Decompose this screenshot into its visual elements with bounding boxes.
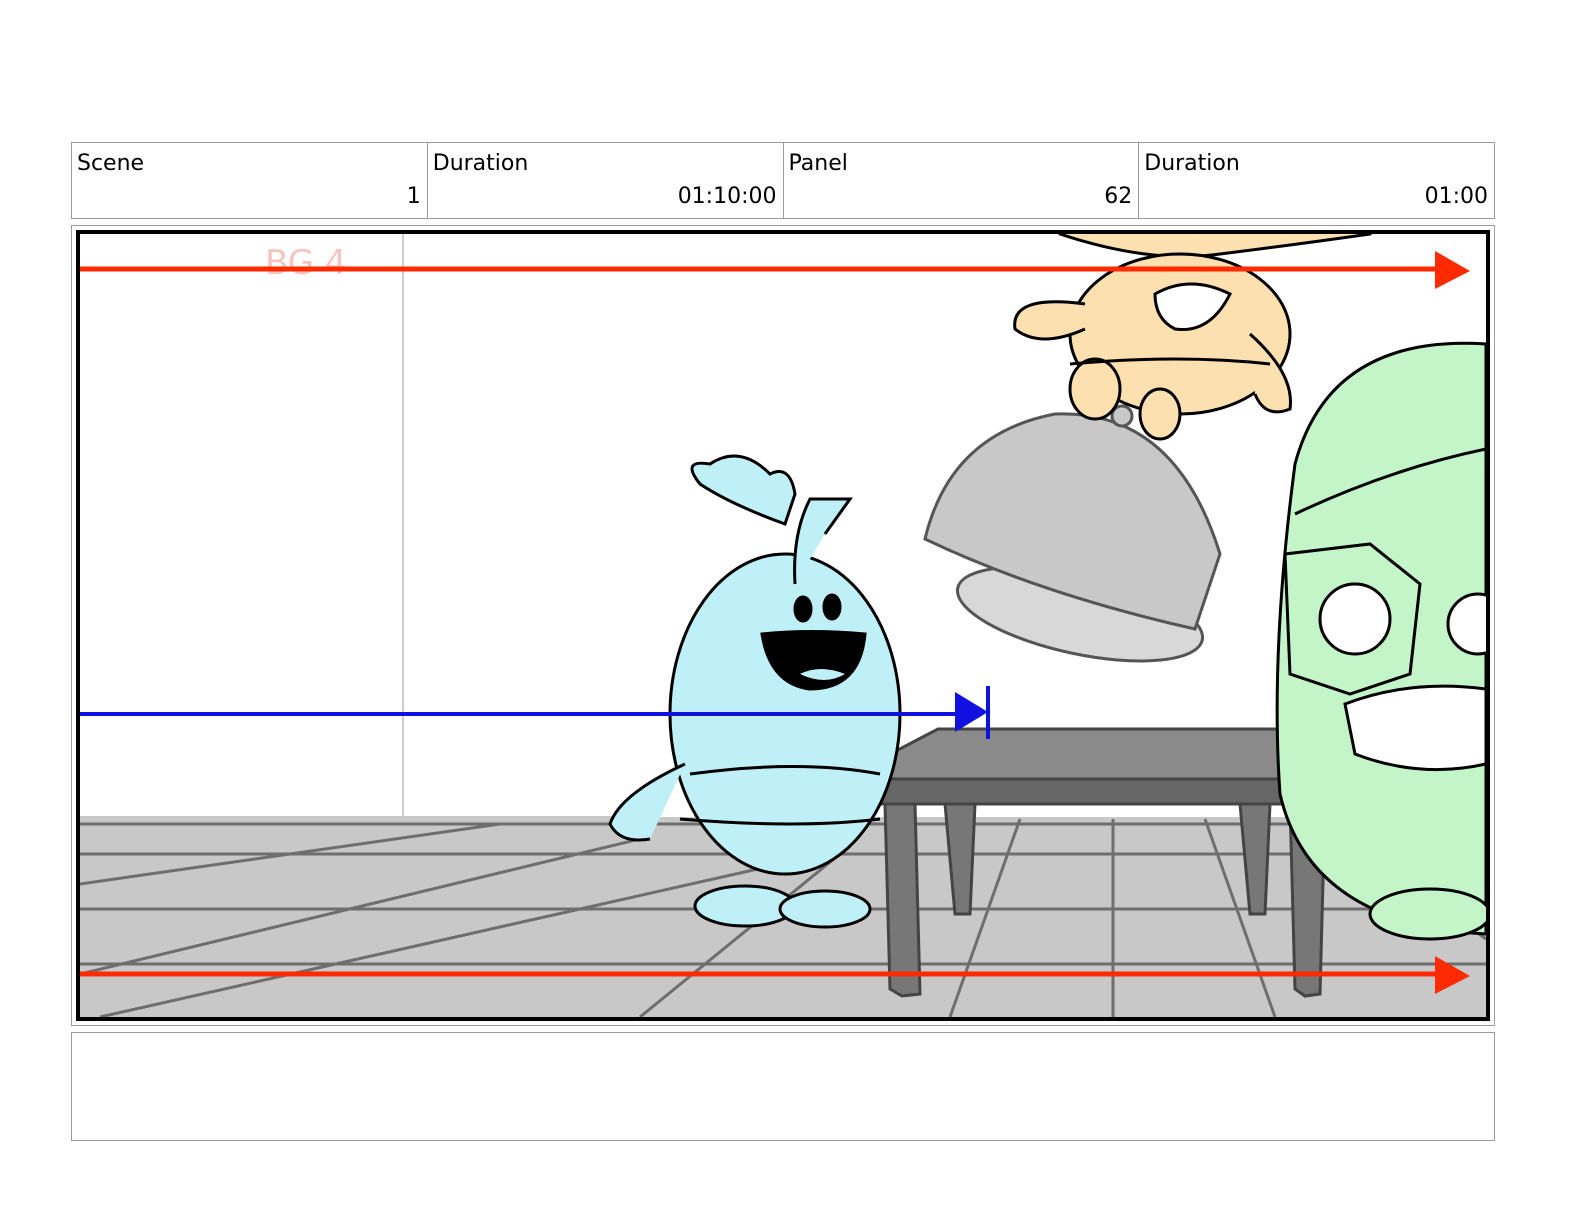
orange-character	[1013, 234, 1372, 441]
panel-duration-cell: Duration 01:00	[1139, 143, 1494, 218]
panel-label: Panel	[788, 151, 848, 176]
scene-duration-cell: Duration 01:10:00	[428, 143, 784, 218]
scene-label: Scene	[77, 151, 145, 176]
storyboard-drawing: BG 4	[80, 234, 1486, 1017]
scene-duration-value: 01:10:00	[677, 184, 777, 209]
storyboard-panel-image: BG 4	[76, 230, 1490, 1021]
scene-number: 1	[406, 184, 421, 209]
scene-cell: Scene 1	[72, 143, 428, 218]
panel-cell: Panel 62	[784, 143, 1140, 218]
scene-duration-label: Duration	[432, 151, 529, 176]
panel-duration-value: 01:00	[1424, 184, 1488, 209]
bg-sketch-note: BG 4	[265, 243, 347, 283]
cloche-dome	[923, 404, 1222, 663]
panel-duration-label: Duration	[1144, 151, 1240, 176]
panel-notes-box	[71, 1032, 1495, 1141]
panel-header: Scene 1 Duration 01:10:00 Panel 62 Durat…	[71, 142, 1495, 219]
panel-number: 62	[1104, 184, 1133, 209]
green-character	[1275, 341, 1486, 941]
